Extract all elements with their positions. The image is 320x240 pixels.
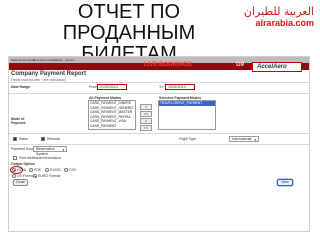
additional-info-label: Print Additional Information (19, 156, 61, 160)
airarabia-logo: العربية للطيران airarabia.com (236, 5, 314, 29)
chevron-down-icon: ▼ (254, 138, 257, 142)
us-format-label: US Format (17, 174, 34, 178)
to-date-input[interactable]: 19/02/2013 (165, 84, 195, 90)
selected-modes-list[interactable]: TRAVELCREDIT_PAYMENT (158, 100, 216, 130)
sales-label: Sales (19, 137, 28, 141)
refunds-label: Refunds (47, 137, 61, 141)
list-item[interactable]: CARD_PAYMENT_DINERS (89, 101, 135, 106)
remove-mode-button[interactable]: < (140, 118, 152, 124)
us-format-radio[interactable] (12, 174, 16, 178)
accelaero-logo: AccelAero (252, 62, 302, 72)
view-button[interactable]: View (277, 179, 293, 186)
flight-type-select[interactable]: International ▼ (229, 136, 259, 142)
menu-item[interactable]: Flights (54, 58, 63, 62)
from-date-input[interactable]: 01/02/2013 (97, 84, 127, 90)
from-date-value: 01/02/2013 (100, 85, 118, 89)
list-item[interactable]: TRAVELCREDIT_PAYMENT (159, 101, 215, 106)
remove-all-modes-button[interactable]: << (140, 125, 152, 131)
divider (9, 133, 309, 134)
to-date-value: 19/02/2013 (168, 85, 186, 89)
euro-format-radio[interactable] (33, 174, 37, 178)
live-bookings-label: LIVE BOOKINGS (144, 62, 192, 68)
divider (9, 82, 309, 83)
add-mode-button[interactable]: > (140, 104, 152, 110)
flight-type-value: International (232, 137, 252, 141)
format-csv-label: CSV (69, 168, 77, 172)
sales-checkbox[interactable] (13, 137, 17, 141)
format-html-radio[interactable] (12, 168, 16, 172)
to-label: To (159, 85, 163, 89)
menu-item[interactable]: System (65, 58, 75, 62)
all-modes-list[interactable]: CARD_PAYMENT_DINERS CARD_PAYMENT_GENERIC… (88, 100, 136, 130)
page-title: Company Payment Report (11, 71, 87, 77)
refunds-checkbox[interactable] (41, 137, 45, 141)
format-excel-radio[interactable] (45, 168, 49, 172)
app-window: Make Reservation Find Reservation Flight… (8, 56, 310, 232)
date-range-label: Date Range (11, 85, 31, 89)
list-item[interactable]: CASH_PAYMENT (89, 124, 135, 129)
payment-source-select[interactable]: Reservation System ▼ (33, 146, 67, 156)
format-csv-radio[interactable] (64, 168, 68, 172)
menu-item[interactable]: Find Reservation (33, 58, 56, 62)
brand-name: airarabia.com (255, 18, 314, 28)
payment-mode-label: Mode of Payment (11, 117, 26, 125)
format-excel-label: EXCEL (50, 168, 62, 172)
from-label: From (89, 85, 98, 89)
add-all-modes-button[interactable]: >> (140, 111, 152, 117)
flight-type-label: Flight Type (179, 137, 197, 141)
brand-arabic: العربية للطيران (243, 5, 314, 18)
menu-item[interactable]: Make Reservation (11, 58, 35, 62)
divider (9, 144, 309, 145)
format-html-label: HTML (17, 168, 27, 172)
euro-format-label: EURO Format (38, 174, 61, 178)
g9-label: G9 (236, 62, 245, 68)
format-pdf-label: PDF (34, 168, 41, 172)
close-button[interactable]: Close (13, 179, 28, 186)
additional-info-checkbox[interactable] (13, 156, 17, 160)
chevron-down-icon: ▼ (62, 148, 65, 152)
divider (9, 93, 309, 94)
format-pdf-radio[interactable] (29, 168, 33, 172)
